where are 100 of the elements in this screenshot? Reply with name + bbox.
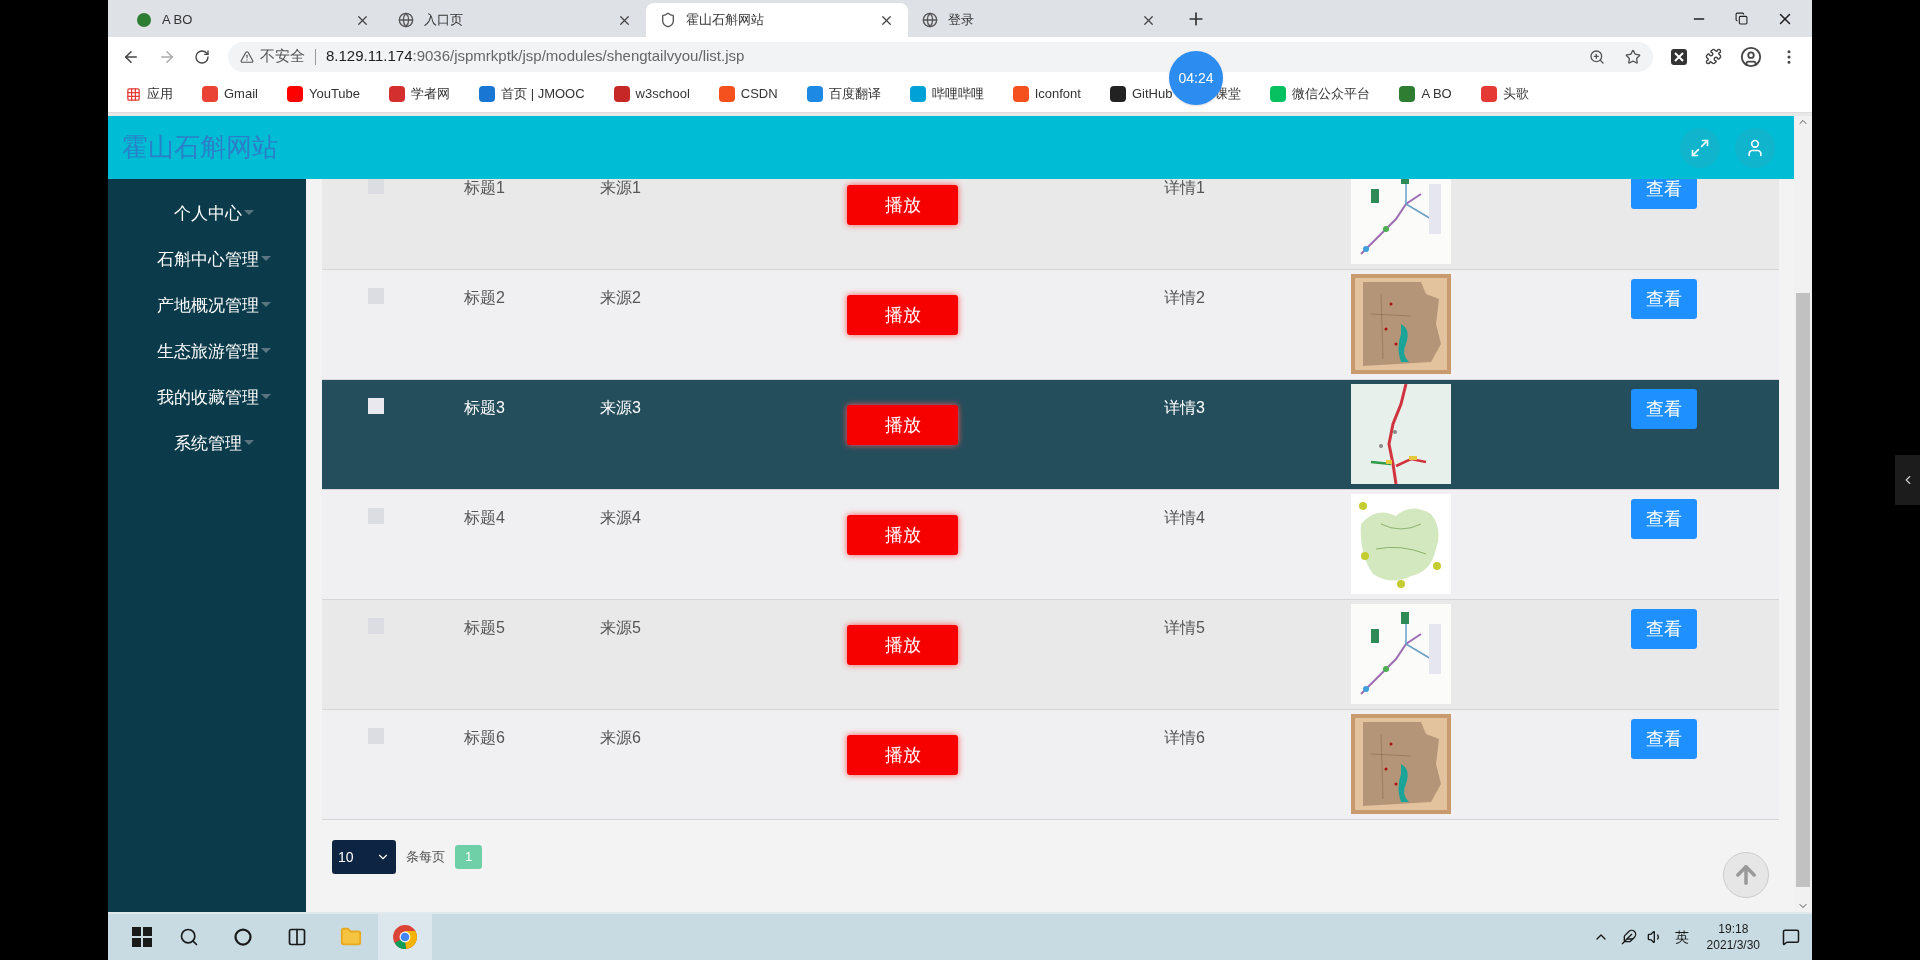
table-cell: 标题6 bbox=[464, 729, 505, 746]
favicon-icon bbox=[613, 86, 630, 102]
play-button[interactable]: 播放 bbox=[847, 515, 958, 555]
favicon-icon bbox=[1109, 86, 1126, 102]
star-icon[interactable] bbox=[1625, 48, 1641, 65]
favicon-icon bbox=[202, 86, 218, 102]
favicon-icon bbox=[286, 86, 303, 102]
browser-tab[interactable]: A BO bbox=[122, 3, 384, 37]
caret-icon bbox=[261, 255, 271, 261]
tab-title: A BO bbox=[162, 11, 194, 30]
bookmark-link[interactable]: CSDN bbox=[718, 84, 778, 104]
play-button[interactable]: 播放 bbox=[847, 405, 958, 445]
sidebar-item[interactable]: 个人中心 bbox=[160, 203, 254, 225]
table-row[interactable]: 标题6 来源6 播放 详情6 查看 bbox=[322, 710, 1779, 820]
page-size-select[interactable]: 10 bbox=[332, 840, 396, 874]
bookmark-link[interactable]: Gmail bbox=[202, 84, 258, 104]
url-text: 8.129.11.174:9036/jspmrkptk/jsp/modules/shengtailvyou/list.jsp bbox=[326, 46, 745, 67]
expand-icon bbox=[1690, 137, 1710, 158]
table-cell: 来源5 bbox=[600, 619, 641, 636]
table-cell: 来源3 bbox=[600, 399, 641, 416]
table-row[interactable]: 标题3 来源3 播放 详情3 查看 bbox=[322, 380, 1779, 490]
bookmark-link[interactable]: 首页 | JMOOC bbox=[479, 84, 585, 104]
table-cell: 标题4 bbox=[464, 509, 505, 526]
warning-icon bbox=[240, 49, 254, 64]
caret-icon bbox=[244, 439, 254, 445]
sidebar-item[interactable]: 生态旅游管理 bbox=[143, 341, 271, 363]
favicon-icon bbox=[1399, 86, 1416, 102]
bookmark-link[interactable]: 应用 bbox=[126, 84, 173, 104]
favicon-icon bbox=[1270, 86, 1287, 102]
page-size-label: 条每页 bbox=[406, 848, 445, 867]
restore-icon[interactable] bbox=[1735, 12, 1748, 25]
bookmark-link[interactable]: 学者网 bbox=[389, 84, 451, 104]
favicon-icon bbox=[806, 86, 823, 102]
table-cell: 来源1 bbox=[600, 179, 641, 196]
scrollbar-thumb[interactable] bbox=[1796, 293, 1810, 887]
caret-icon bbox=[261, 393, 271, 399]
table-row[interactable]: 标题4 来源4 播放 详情4 查看 bbox=[322, 490, 1779, 600]
globe-icon bbox=[922, 12, 938, 28]
table-row[interactable]: 标题1 来源1 播放 详情1 查看 bbox=[322, 179, 1779, 270]
table-row[interactable]: 标题5 来源5 播放 详情5 查看 bbox=[322, 600, 1779, 710]
notification-icon[interactable] bbox=[1782, 928, 1800, 946]
pen-icon[interactable] bbox=[1620, 929, 1637, 945]
bookmark-link[interactable]: Iconfont bbox=[1012, 84, 1081, 104]
play-button[interactable]: 播放 bbox=[847, 735, 958, 775]
row-checkbox[interactable] bbox=[368, 179, 384, 194]
table-cell: 详情3 bbox=[1164, 399, 1205, 416]
bookmark-link[interactable]: 头歌 bbox=[1480, 84, 1529, 104]
sidebar-item[interactable]: 产地概况管理 bbox=[143, 295, 271, 317]
table-cell: 来源4 bbox=[600, 509, 641, 526]
bookmark-link[interactable]: 百度翻译 bbox=[806, 84, 881, 104]
ime-indicator[interactable]: 英 bbox=[1674, 926, 1689, 948]
reload-icon[interactable] bbox=[194, 48, 210, 65]
task-view-icon[interactable] bbox=[287, 927, 307, 947]
bookmark-link[interactable]: 哔哩哔哩 bbox=[909, 84, 984, 104]
tab-title: 霍山石斛网站 bbox=[686, 11, 765, 30]
user-icon bbox=[1745, 137, 1765, 158]
caret-icon bbox=[261, 301, 271, 307]
table-cell: 标题1 bbox=[464, 179, 505, 196]
chrome-logo-icon[interactable] bbox=[392, 924, 418, 950]
table-row[interactable]: 标题2 来源2 播放 详情2 查看 bbox=[322, 270, 1779, 380]
browser-tab[interactable]: 登录 bbox=[908, 3, 1170, 37]
table-cell: 详情6 bbox=[1164, 729, 1205, 746]
browser-tab[interactable]: 入口页 bbox=[384, 3, 646, 37]
favicon-icon bbox=[1012, 86, 1029, 102]
favicon-icon bbox=[718, 86, 735, 102]
play-button[interactable]: 播放 bbox=[847, 295, 958, 335]
table-cell: 来源6 bbox=[600, 729, 641, 746]
bookmark-link[interactable]: A BO bbox=[1399, 84, 1452, 104]
tab-title: 登录 bbox=[948, 11, 975, 30]
cortana-icon[interactable] bbox=[234, 928, 252, 946]
bookmark-link[interactable]: YouTube bbox=[286, 84, 361, 104]
profile-icon[interactable] bbox=[1740, 45, 1762, 68]
back-to-top-button[interactable] bbox=[1723, 852, 1769, 898]
sidebar-item[interactable]: 我的收藏管理 bbox=[143, 387, 271, 409]
table-cell: 来源2 bbox=[600, 289, 641, 306]
tab-favicon-icon bbox=[136, 12, 152, 28]
caret-icon bbox=[261, 347, 271, 353]
security-label: 不安全 bbox=[260, 46, 305, 67]
table-cell: 详情5 bbox=[1164, 619, 1205, 636]
address-field[interactable]: 不安全 8.129.11.174:9036/jspmrkptk/jsp/modules/shengtailvyou/list.jsp bbox=[228, 41, 1653, 72]
sidebar-item[interactable]: 系统管理 bbox=[160, 433, 254, 455]
bookmark-link[interactable]: 微信公众平台 bbox=[1270, 84, 1371, 104]
sidebar-item[interactable]: 石斛中心管理 bbox=[143, 249, 271, 271]
site-title: 霍山石斛网站 bbox=[122, 131, 278, 164]
clock[interactable]: 19:18 2021/3/30 bbox=[1706, 921, 1760, 953]
table-cell: 详情1 bbox=[1164, 179, 1205, 196]
bookmark-link[interactable]: w3school bbox=[613, 84, 690, 104]
extension-icon[interactable] bbox=[1671, 48, 1687, 65]
row-checkbox[interactable] bbox=[368, 398, 384, 414]
zoom-icon[interactable] bbox=[1589, 48, 1605, 65]
puzzle-icon[interactable] bbox=[1705, 48, 1722, 65]
favicon-icon bbox=[389, 86, 406, 102]
table-cell: 详情2 bbox=[1164, 289, 1205, 306]
search-icon[interactable] bbox=[179, 927, 199, 947]
play-button[interactable]: 播放 bbox=[847, 185, 958, 225]
table-cell: 详情4 bbox=[1164, 509, 1205, 526]
play-button[interactable]: 播放 bbox=[847, 625, 958, 665]
windows-logo-icon[interactable] bbox=[132, 927, 152, 947]
browser-tab[interactable]: 霍山石斛网站 bbox=[646, 3, 908, 37]
table-cell: 标题2 bbox=[464, 289, 505, 306]
